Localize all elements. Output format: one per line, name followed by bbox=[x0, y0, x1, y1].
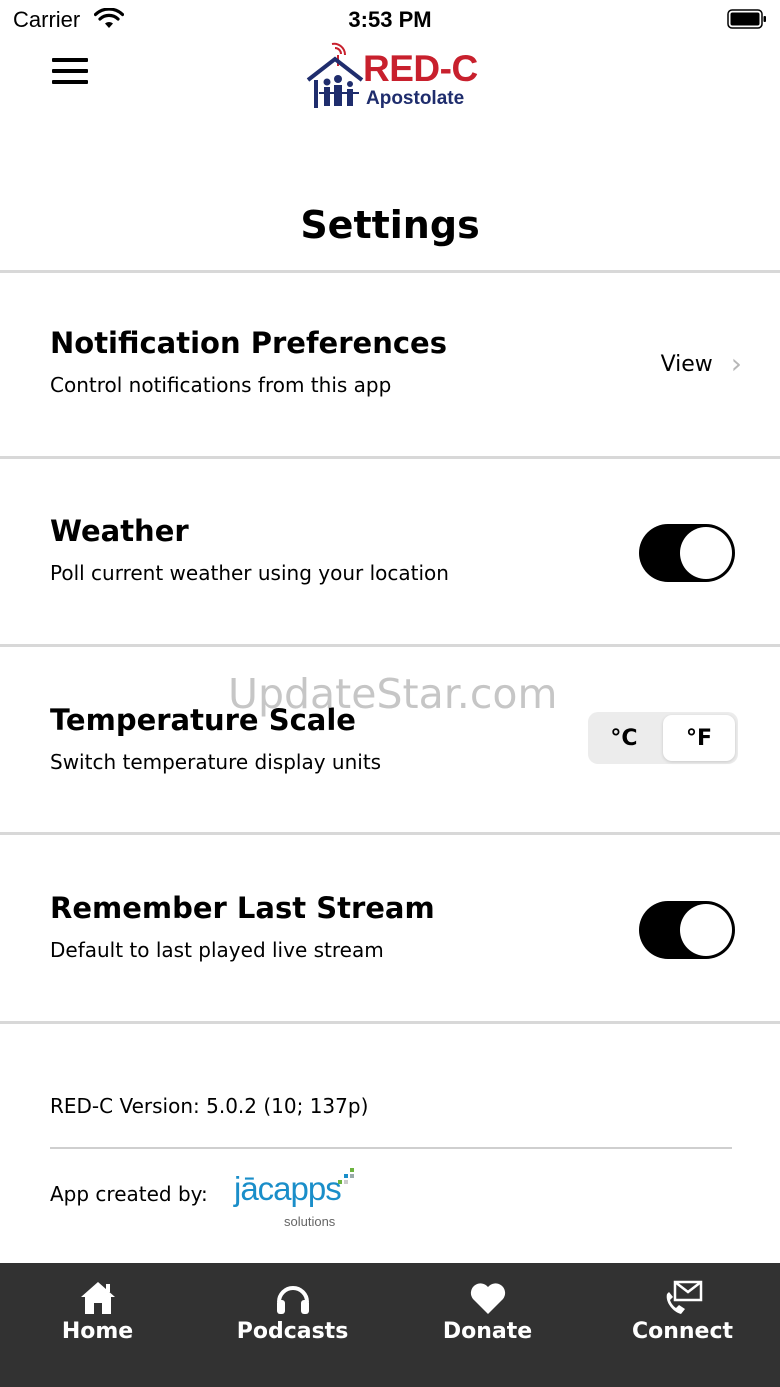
weather-toggle[interactable] bbox=[639, 524, 735, 582]
divider bbox=[0, 456, 780, 459]
watermark: UpdateStar.com bbox=[228, 670, 558, 718]
notification-preferences-title: Notification Preferences bbox=[50, 326, 447, 360]
view-label: View bbox=[660, 351, 713, 377]
tab-home-label: Home bbox=[61, 1319, 134, 1344]
toggle-knob bbox=[680, 527, 732, 579]
tab-donate-label: Donate bbox=[442, 1319, 533, 1344]
menu-line bbox=[52, 69, 88, 73]
tab-donate[interactable]: Donate bbox=[390, 1263, 585, 1387]
tab-connect-label: Connect bbox=[631, 1319, 734, 1344]
menu-line bbox=[52, 80, 88, 84]
view-notifications-link[interactable]: View › bbox=[661, 350, 742, 378]
mail-phone-icon bbox=[663, 1279, 703, 1317]
celsius-option[interactable]: °C bbox=[588, 712, 660, 764]
heart-icon bbox=[469, 1279, 507, 1317]
remember-stream-subtitle: Default to last played live stream bbox=[50, 938, 384, 962]
divider bbox=[0, 832, 780, 835]
temperature-scale-subtitle: Switch temperature display units bbox=[50, 750, 382, 774]
weather-subtitle: Poll current weather using your location bbox=[50, 561, 449, 585]
temperature-unit-control[interactable]: °C °F bbox=[588, 712, 738, 764]
menu-line bbox=[52, 58, 88, 62]
chevron-right-icon: › bbox=[730, 347, 742, 380]
bottom-tab-bar: Home Podcasts Donate Connect bbox=[0, 1263, 780, 1387]
clock: 3:53 PM bbox=[348, 7, 432, 32]
version-label: RED-C Version: 5.0.2 (10; 137p) bbox=[50, 1094, 369, 1118]
page-title: Settings bbox=[300, 203, 480, 247]
tab-podcasts-label: Podcasts bbox=[236, 1319, 349, 1344]
jacapps-logo[interactable]: jācapps solutions bbox=[234, 1168, 354, 1229]
notification-preferences-subtitle: Control notifications from this app bbox=[50, 373, 392, 397]
house-family-icon bbox=[306, 42, 364, 108]
divider bbox=[0, 644, 780, 647]
weather-title: Weather bbox=[50, 514, 189, 548]
maker-logo-subtitle: solutions bbox=[284, 1214, 336, 1229]
maker-logo-text: jācapps bbox=[234, 1170, 342, 1207]
dots-icon bbox=[338, 1168, 354, 1184]
logo-subtitle: Apostolate bbox=[366, 88, 465, 109]
divider bbox=[0, 1021, 780, 1024]
status-bar: Carrier 3:53 PM bbox=[0, 0, 780, 40]
fahrenheit-option[interactable]: °F bbox=[663, 715, 735, 761]
remember-stream-title: Remember Last Stream bbox=[50, 891, 435, 925]
tab-home[interactable]: Home bbox=[0, 1263, 195, 1387]
tab-podcasts[interactable]: Podcasts bbox=[195, 1263, 390, 1387]
divider bbox=[50, 1147, 732, 1149]
battery-icon bbox=[727, 9, 766, 29]
app-logo: RED-C Apostolate bbox=[305, 42, 480, 112]
hamburger-menu-button[interactable] bbox=[52, 58, 94, 92]
tab-connect[interactable]: Connect bbox=[585, 1263, 780, 1387]
toggle-knob bbox=[680, 904, 732, 956]
divider bbox=[0, 270, 780, 273]
created-by-label: App created by: bbox=[50, 1182, 208, 1206]
remember-stream-toggle[interactable] bbox=[639, 901, 735, 959]
headphones-icon bbox=[274, 1279, 312, 1317]
logo-title: RED-C bbox=[363, 48, 478, 89]
home-icon bbox=[79, 1279, 117, 1317]
